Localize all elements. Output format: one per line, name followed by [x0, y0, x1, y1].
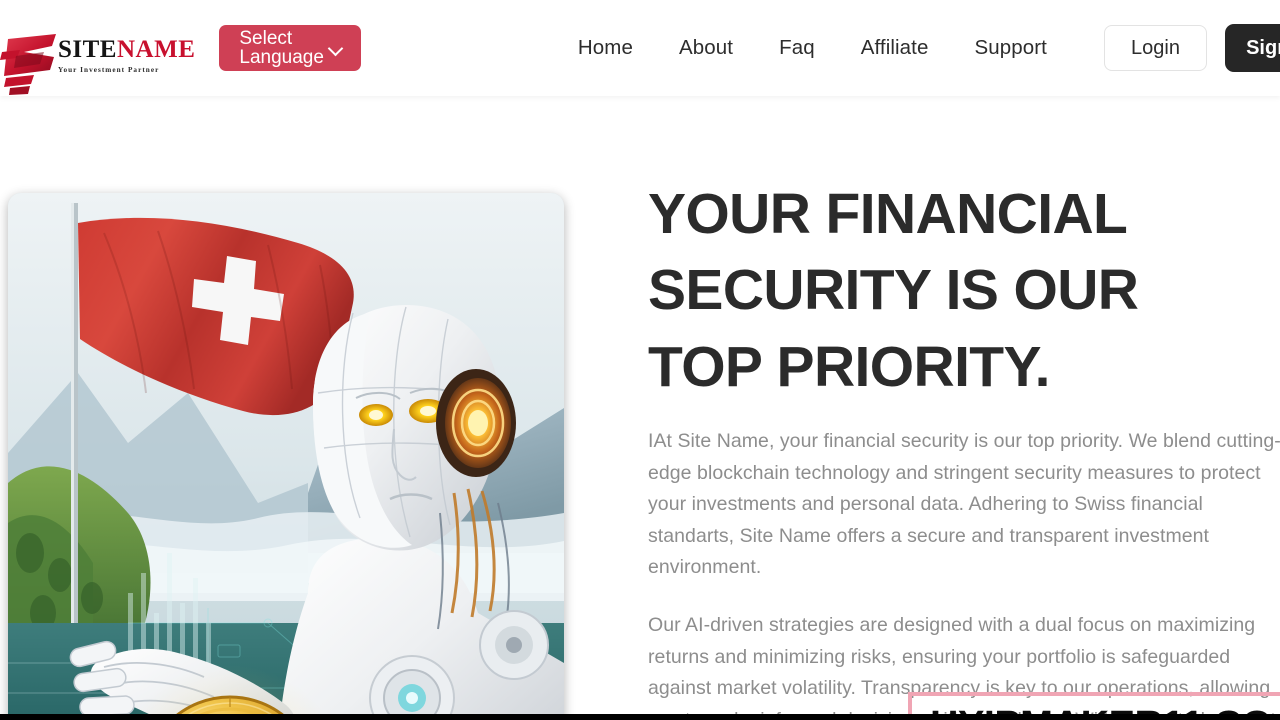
- header-inner: SITENAME Your Investment Partner Select …: [0, 0, 1280, 96]
- hero-copy: YOUR FINANCIAL SECURITY IS OUR TOP PRIOR…: [648, 176, 1280, 720]
- auth-buttons: Login Signup: [1103, 24, 1280, 72]
- nav-item-support[interactable]: Support: [951, 36, 1070, 60]
- page-root: SITENAME Your Investment Partner Select …: [0, 0, 1280, 720]
- ai-robot-swiss-flag-bitcoin-image: [8, 193, 564, 720]
- logo-site-word: SITE: [58, 36, 117, 63]
- logo-name-word: NAME: [116, 36, 196, 63]
- site-logo[interactable]: SITENAME Your Investment Partner: [0, 0, 195, 96]
- logo-tagline: Your Investment Partner: [58, 65, 160, 74]
- main-navigation: Home About Faq Affiliate Support: [555, 36, 1070, 60]
- logo-text: SITENAME Your Investment Partner: [58, 37, 195, 74]
- z-monogram-icon: [0, 30, 62, 96]
- page-title: YOUR FINANCIAL SECURITY IS OUR TOP PRIOR…: [648, 176, 1280, 405]
- hero-paragraph-1: IAt Site Name, your financial security i…: [648, 430, 1280, 579]
- signup-button[interactable]: Signup: [1224, 24, 1280, 72]
- headline-line-1: YOUR FINANCIAL: [648, 182, 1128, 246]
- logo-wordmark: SITENAME: [58, 37, 195, 62]
- language-select-label: Select Language: [239, 28, 324, 68]
- nav-item-faq[interactable]: Faq: [756, 36, 838, 60]
- headline-line-2: SECURITY IS OUR: [648, 258, 1139, 323]
- site-header: SITENAME Your Investment Partner Select …: [0, 0, 1280, 96]
- nav-item-affiliate[interactable]: Affiliate: [838, 36, 952, 60]
- headline-line-3: TOP PRIORITY.: [648, 334, 1050, 399]
- chevron-down-icon: [330, 42, 343, 55]
- nav-item-home[interactable]: Home: [555, 36, 656, 60]
- language-select[interactable]: Select Language: [219, 25, 361, 71]
- login-button[interactable]: Login: [1103, 25, 1207, 71]
- nav-item-about[interactable]: About: [656, 36, 756, 60]
- video-player-bar: [0, 714, 1280, 720]
- hero-section: YOUR FINANCIAL SECURITY IS OUR TOP PRIOR…: [0, 96, 1280, 720]
